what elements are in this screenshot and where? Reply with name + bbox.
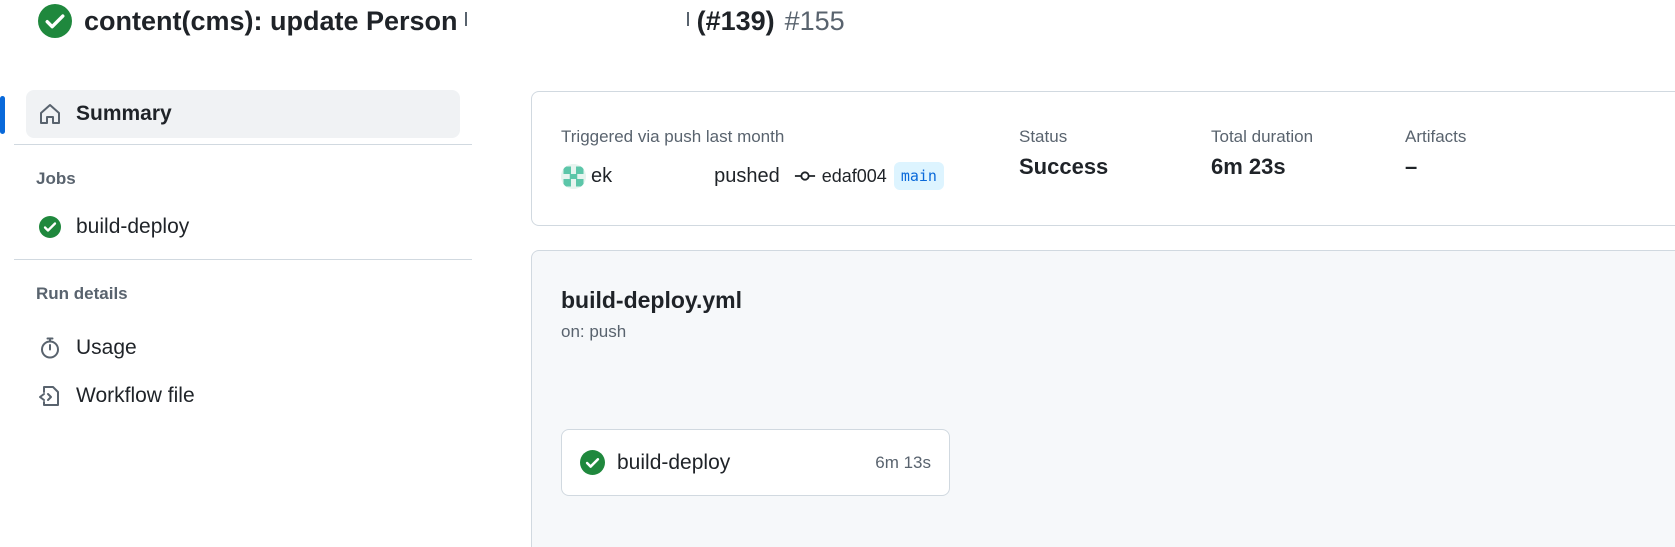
jobs-heading: Jobs	[36, 169, 76, 188]
active-indicator	[0, 96, 5, 134]
sidebar-item-workflow-file[interactable]: Workflow file	[14, 372, 472, 420]
sidebar-item-label: Workflow file	[76, 384, 195, 407]
duration-label: Total duration	[1211, 127, 1314, 146]
check-circle-fill-icon	[38, 4, 72, 38]
stopwatch-icon	[41, 337, 59, 359]
run-number: #155	[784, 5, 845, 36]
trigger-label: Triggered via push last month	[561, 127, 785, 146]
trigger-info: ek pushed edaf004 main	[561, 162, 944, 190]
job-card-build-deploy[interactable]: build-deploy 6m 13s	[561, 429, 950, 496]
workflow-file-name: build-deploy.yml	[561, 287, 743, 313]
run-summary-card: Triggered via push last month ek pushed …	[531, 91, 1675, 226]
sidebar-item-usage[interactable]: Usage	[14, 324, 472, 372]
run-title-pr: (#139)	[696, 5, 775, 36]
check-circle-fill-icon	[39, 216, 61, 238]
job-duration: 6m 13s	[875, 452, 931, 472]
job-name: build-deploy	[617, 450, 731, 474]
sidebar: Summary Jobs build-deploy Run details Us…	[14, 90, 472, 420]
actor-name[interactable]: ek	[591, 165, 612, 188]
git-commit-icon	[794, 171, 815, 181]
sidebar-item-label: build-deploy	[76, 215, 190, 238]
workflow-trigger: on: push	[561, 322, 627, 341]
run-details-heading: Run details	[36, 284, 128, 303]
run-title: content(cms): update Person (#139) #155	[38, 3, 845, 39]
workflow-graph: build-deploy.yml on: push build-deploy 6…	[531, 250, 1675, 547]
check-circle-fill-icon	[580, 450, 605, 475]
sidebar-item-summary[interactable]: Summary	[26, 90, 460, 138]
branch-badge[interactable]: main	[893, 162, 944, 190]
sidebar-item-build-deploy[interactable]: build-deploy	[14, 203, 472, 251]
artifacts-value: –	[1405, 154, 1418, 179]
avatar[interactable]	[561, 163, 586, 189]
sidebar-item-label: Summary	[76, 102, 172, 125]
status-label: Status	[1019, 127, 1068, 146]
artifacts-label: Artifacts	[1405, 127, 1467, 146]
duration-value: 6m 23s	[1211, 154, 1286, 179]
file-code-icon	[39, 386, 59, 406]
home-icon	[40, 104, 60, 124]
status-value: Success	[1019, 154, 1109, 179]
run-title-text: content(cms): update Person	[84, 5, 458, 36]
sidebar-item-label: Usage	[76, 336, 137, 359]
redacted-region	[458, 6, 697, 37]
push-action: pushed	[714, 164, 780, 187]
commit-sha-link[interactable]: edaf004	[822, 166, 887, 187]
